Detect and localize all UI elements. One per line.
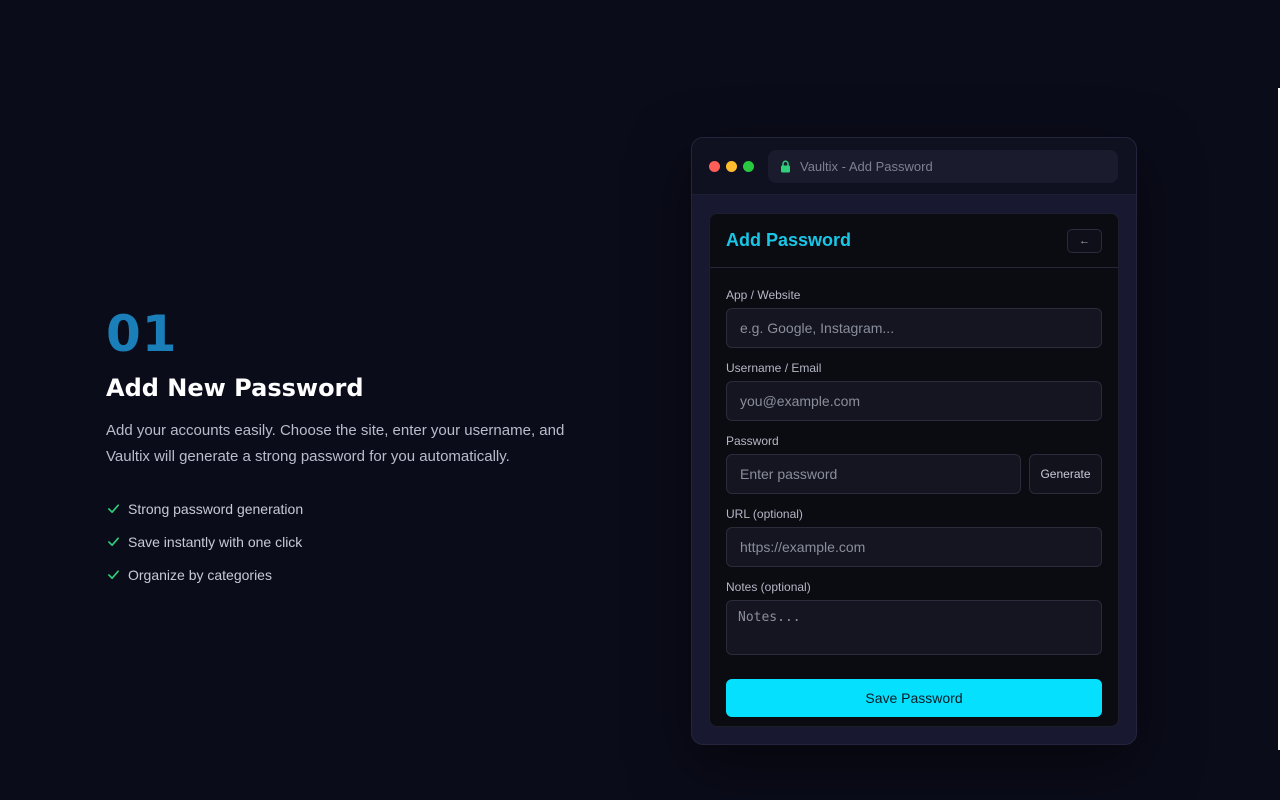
close-dot-icon: [709, 160, 720, 172]
feature-label: Strong password generation: [128, 500, 304, 517]
username-label: Username / Email: [726, 361, 822, 375]
notes-label: Notes (optional): [726, 580, 811, 594]
feature-list: Strong password generation Save instantl…: [106, 492, 606, 591]
card-header: Add Password ←: [710, 214, 1118, 268]
feature-item: Strong password generation: [106, 492, 606, 525]
field-notes: Notes (optional): [726, 580, 1102, 660]
check-icon: [106, 568, 120, 582]
field-url: URL (optional): [726, 507, 1102, 567]
promo-section: 01 Add New Password Add your accounts ea…: [106, 306, 606, 591]
app-window-mockup: Vaultix - Add Password Add Password ← Ap…: [691, 137, 1137, 745]
page: 01 Add New Password Add your accounts ea…: [0, 0, 1280, 800]
password-row: Generate: [726, 454, 1102, 494]
generate-button[interactable]: Generate: [1029, 454, 1102, 494]
card-title: Add Password: [726, 230, 852, 250]
feature-label: Organize by categories: [128, 566, 272, 583]
field-app: App / Website: [726, 288, 1102, 348]
feature-item: Save instantly with one click: [106, 525, 606, 558]
password-label: Password: [726, 434, 779, 448]
url-input[interactable]: [726, 527, 1102, 567]
check-icon: [106, 502, 120, 516]
feature-item: Organize by categories: [106, 558, 606, 591]
password-form: App / Website Username / Email Password …: [710, 268, 1118, 717]
save-password-button[interactable]: Save Password: [726, 679, 1102, 717]
app-label: App / Website: [726, 288, 801, 302]
step-number: 01: [106, 305, 178, 363]
lock-icon: [780, 160, 792, 173]
address-bar: Vaultix - Add Password: [768, 149, 1118, 183]
username-input[interactable]: [726, 381, 1102, 421]
feature-label: Save instantly with one click: [128, 533, 303, 550]
password-input[interactable]: [726, 454, 1021, 494]
app-input[interactable]: [726, 308, 1102, 348]
url-label: URL (optional): [726, 507, 803, 521]
add-password-card: Add Password ← App / Website Username / …: [709, 213, 1119, 727]
promo-title: Add New Password: [106, 374, 364, 402]
minimize-dot-icon: [726, 160, 737, 172]
address-text: Vaultix - Add Password: [800, 158, 933, 174]
maximize-dot-icon: [743, 160, 754, 172]
check-icon: [106, 535, 120, 549]
notes-textarea[interactable]: [726, 600, 1102, 655]
field-username: Username / Email: [726, 361, 1102, 421]
window-titlebar: Vaultix - Add Password: [692, 138, 1136, 195]
field-password: Password Generate: [726, 434, 1102, 494]
back-arrow-icon[interactable]: ←: [1067, 228, 1102, 253]
promo-description: Add your accounts easily. Choose the sit…: [106, 422, 565, 465]
